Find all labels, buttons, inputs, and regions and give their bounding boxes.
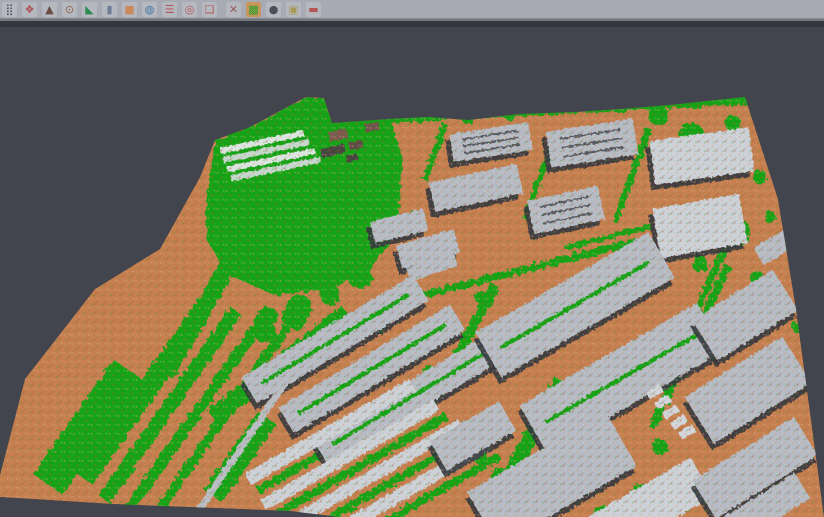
layers-icon[interactable]: ☰ bbox=[162, 2, 177, 17]
toolbar-separator bbox=[217, 2, 226, 16]
point-cloud-scene[interactable] bbox=[0, 27, 824, 517]
bounding-box-icon[interactable]: ▣ bbox=[286, 2, 301, 17]
remove-icon[interactable]: ▬ bbox=[306, 2, 321, 17]
point-speckle-overlay bbox=[0, 97, 824, 517]
mountain-icon[interactable]: ▲ bbox=[42, 2, 57, 17]
point-cloud-icon[interactable]: ⣿ bbox=[2, 2, 17, 17]
profile-view-icon[interactable]: ▮ bbox=[102, 2, 117, 17]
delete-selection-icon[interactable]: ✕ bbox=[226, 2, 241, 17]
crop-region-icon[interactable]: ❏ bbox=[202, 2, 217, 17]
colored-points-icon[interactable]: ❖ bbox=[22, 2, 37, 17]
toolbar-group-view: ⣿ ❖ ▲ ⊙ ◣ ▮ ■ ◍ ☰ ◎ ❏ bbox=[2, 2, 217, 17]
orthophoto-icon[interactable]: ■ bbox=[122, 2, 137, 17]
toolbar-group-edit: ✕ ▩ ● ▣ ▬ bbox=[226, 2, 321, 17]
globe-icon[interactable]: ◍ bbox=[142, 2, 157, 17]
classification-icon[interactable]: ▩ bbox=[246, 2, 261, 17]
camera-icon[interactable]: ● bbox=[266, 2, 281, 17]
landmark-icon[interactable]: ⊙ bbox=[62, 2, 77, 17]
terrain-icon[interactable]: ◣ bbox=[82, 2, 97, 17]
circle-selection-icon[interactable]: ◎ bbox=[182, 2, 197, 17]
3d-viewport[interactable] bbox=[0, 27, 824, 517]
toolbar: ⣿ ❖ ▲ ⊙ ◣ ▮ ■ ◍ ☰ ◎ ❏ ✕ ▩ ● ▣ ▬ bbox=[0, 0, 824, 19]
